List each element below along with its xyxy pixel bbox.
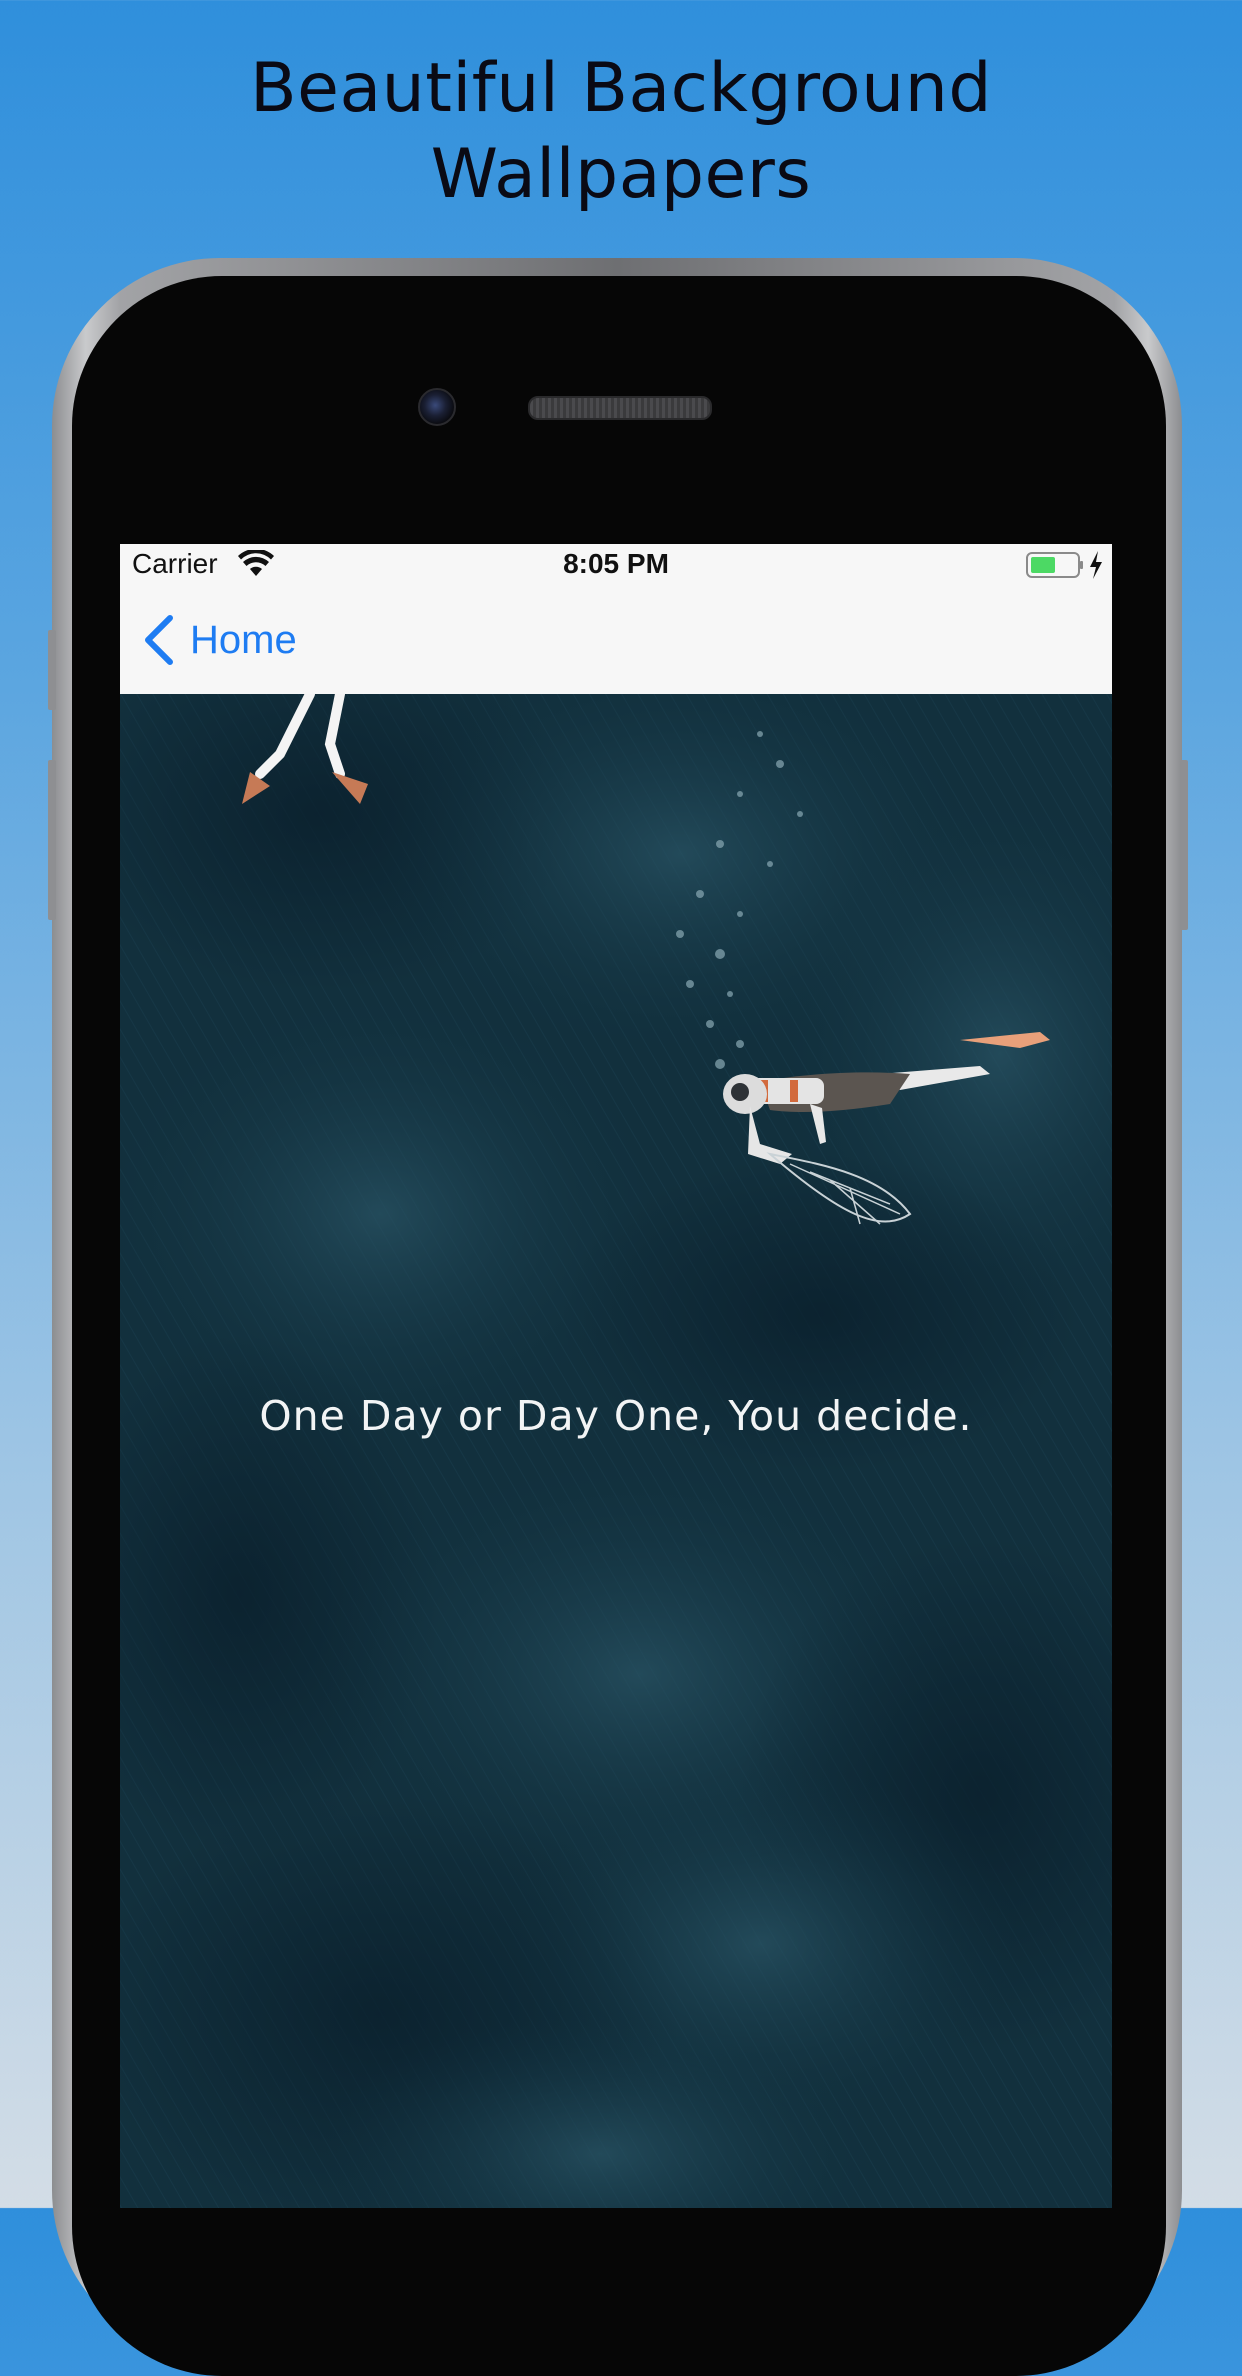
status-bar: Carrier 8:05 PM xyxy=(120,544,1112,584)
battery-icon xyxy=(1026,552,1083,578)
promo-headline: Beautiful Background Wallpapers xyxy=(0,46,1242,218)
chevron-left-icon xyxy=(145,615,173,665)
phone-side-button xyxy=(1180,760,1188,930)
phone-volume-down-button xyxy=(48,760,56,920)
front-camera xyxy=(418,388,456,426)
earpiece-speaker xyxy=(528,396,712,420)
navigation-bar: Home xyxy=(120,584,1112,694)
promo-headline-line-1: Beautiful Background xyxy=(249,49,993,128)
bolt-icon xyxy=(1090,551,1102,579)
wallpaper-quote: One Day or Day One, You decide. xyxy=(259,1392,973,1440)
status-time: 8:05 PM xyxy=(563,548,669,579)
phone-volume-up-button xyxy=(48,630,56,710)
back-button[interactable]: Home xyxy=(142,610,297,670)
wallpaper-image xyxy=(120,694,1112,2208)
promo-headline-line-2: Wallpapers xyxy=(430,135,812,214)
phone-screen: Carrier 8:05 PM Home One Day or Day One,… xyxy=(120,544,1112,2208)
back-button-label: Home xyxy=(190,617,297,662)
